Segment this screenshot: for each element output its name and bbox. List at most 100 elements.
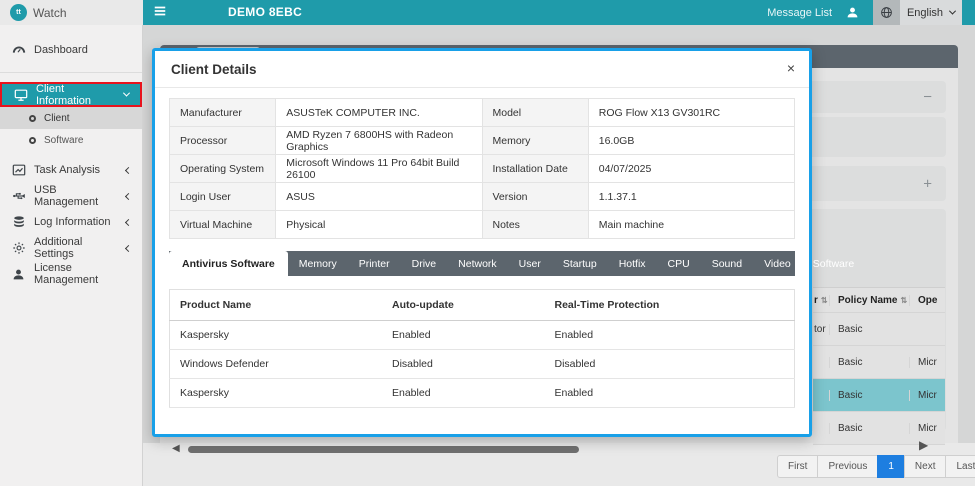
detail-tabs: Antivirus Software Memory Printer Drive …	[169, 251, 795, 276]
details-row: Login User ASUS Version 1.1.37.1	[170, 183, 795, 211]
column-header-auto-update: Auto-update	[382, 290, 545, 321]
sidebar-item-dashboard[interactable]: Dashboard	[0, 37, 142, 63]
tab-network[interactable]: Network	[447, 251, 508, 276]
table-row[interactable]: tor Basic	[813, 313, 945, 346]
auto-update-cell: Enabled	[382, 321, 545, 350]
app-window: tt Watch DEMO 8EBC Message List English	[0, 0, 975, 486]
tab-software[interactable]: Software	[802, 251, 865, 276]
client-details-table: Manufacturer ASUSTeK COMPUTER INC. Model…	[169, 98, 795, 239]
sidebar-subitem-client[interactable]: Client	[0, 107, 142, 129]
sidebar-item-task-analysis[interactable]: Task Analysis	[0, 157, 142, 183]
column-header-product-name: Product Name	[170, 290, 383, 321]
tab-memory[interactable]: Memory	[288, 251, 348, 276]
details-row: Virtual Machine Physical Notes Main mach…	[170, 211, 795, 239]
detail-label: Model	[482, 99, 588, 127]
details-row: Processor AMD Ryzen 7 6800HS with Radeon…	[170, 127, 795, 155]
details-row: Manufacturer ASUSTeK COMPUTER INC. Model…	[170, 99, 795, 127]
person-icon	[11, 268, 26, 281]
tab-startup[interactable]: Startup	[552, 251, 608, 276]
detail-label: Operating System	[170, 155, 276, 183]
tab-antivirus-software[interactable]: Antivirus Software	[169, 251, 288, 276]
detail-label: Manufacturer	[170, 99, 276, 127]
sidebar-item-label: Log Information	[34, 216, 118, 228]
detail-value: ASUSTeK COMPUTER INC.	[276, 99, 482, 127]
modal-header: Client Details ×	[155, 51, 809, 88]
pagination-previous-button[interactable]: Previous	[817, 455, 878, 478]
close-icon[interactable]: ×	[787, 60, 795, 76]
expand-button[interactable]: +	[923, 176, 932, 191]
chevron-down-icon	[123, 90, 130, 97]
detail-value: Microsoft Windows 11 Pro 64bit Build 261…	[276, 155, 482, 183]
user-icon[interactable]	[846, 6, 859, 19]
pagination-last-button[interactable]: Last	[945, 455, 975, 478]
table-row-selected[interactable]: Basic Micr	[813, 379, 945, 412]
antivirus-row: Kaspersky Enabled Enabled	[170, 321, 795, 350]
column-header[interactable]: r⇅	[813, 295, 829, 306]
detail-label: Notes	[482, 211, 588, 239]
antivirus-row: Kaspersky Enabled Enabled	[170, 379, 795, 408]
tab-video[interactable]: Video	[753, 251, 802, 276]
sidebar-item-usb-management[interactable]: USB Management	[0, 183, 142, 209]
antivirus-header-row: Product Name Auto-update Real-Time Prote…	[170, 290, 795, 321]
details-row: Operating System Microsoft Windows 11 Pr…	[170, 155, 795, 183]
detail-label: Memory	[482, 127, 588, 155]
message-list-link[interactable]: Message List	[767, 7, 832, 19]
collapse-button[interactable]: −	[923, 90, 932, 105]
bullet-ring-icon	[29, 137, 36, 144]
sidebar-item-label: Client Information	[36, 83, 116, 107]
column-header-real-time-protection: Real-Time Protection	[545, 290, 795, 321]
chevron-left-icon	[125, 218, 132, 225]
antivirus-row: Windows Defender Disabled Disabled	[170, 350, 795, 379]
modal-title: Client Details	[171, 62, 257, 77]
brand-name: Watch	[33, 6, 67, 20]
topbar-actions: Message List English	[767, 0, 962, 25]
sidebar-item-label: USB Management	[34, 184, 118, 208]
scroll-right-arrow-icon[interactable]: ▶	[919, 438, 928, 452]
detail-label: Version	[482, 183, 588, 211]
real-time-cell: Enabled	[545, 379, 795, 408]
scroll-left-arrow-icon[interactable]: ◀	[172, 443, 180, 454]
pagination-first-button[interactable]: First	[777, 455, 818, 478]
table-row[interactable]: Basic Micr	[813, 346, 945, 379]
detail-value: 16.0GB	[588, 127, 794, 155]
product-name-cell: Kaspersky	[170, 321, 383, 350]
sidebar-item-label: Task Analysis	[34, 164, 118, 176]
sidebar-item-label: Additional Settings	[34, 236, 118, 260]
real-time-cell: Disabled	[545, 350, 795, 379]
sidebar-divider	[0, 72, 142, 73]
sidebar-item-additional-settings[interactable]: Additional Settings	[0, 235, 142, 261]
detail-value: Physical	[276, 211, 482, 239]
language-selector[interactable]: English	[873, 0, 962, 25]
language-value: English	[907, 7, 943, 19]
bullet-ring-icon	[29, 115, 36, 122]
chevron-down-icon	[949, 8, 956, 15]
gear-icon	[11, 241, 26, 255]
pagination-page-1-button[interactable]: 1	[877, 455, 905, 478]
auto-update-cell: Disabled	[382, 350, 545, 379]
sidebar-item-client-information[interactable]: Client Information	[0, 82, 142, 107]
tab-sound[interactable]: Sound	[701, 251, 753, 276]
tab-cpu[interactable]: CPU	[657, 251, 701, 276]
hamburger-menu-icon[interactable]	[153, 4, 167, 18]
sidebar-item-log-information[interactable]: Log Information	[0, 209, 142, 235]
sidebar-item-label: Dashboard	[34, 44, 131, 56]
tab-printer[interactable]: Printer	[348, 251, 401, 276]
client-table-fragment: r⇅ Policy Name⇅ Ope tor Basic Basic Micr…	[813, 287, 945, 445]
real-time-cell: Enabled	[545, 321, 795, 350]
brand-logo-icon: tt	[10, 4, 27, 21]
pagination-next-button[interactable]: Next	[904, 455, 947, 478]
tab-drive[interactable]: Drive	[401, 251, 448, 276]
tab-user[interactable]: User	[508, 251, 552, 276]
chevron-left-icon	[125, 192, 132, 199]
detail-label: Processor	[170, 127, 276, 155]
detail-value: ASUS	[276, 183, 482, 211]
horizontal-scrollbar[interactable]	[188, 446, 579, 453]
sidebar-item-license-management[interactable]: License Management	[0, 261, 142, 287]
sidebar-subitem-software[interactable]: Software	[0, 129, 142, 151]
column-header-policy-name[interactable]: Policy Name⇅	[829, 295, 909, 306]
tab-hotfix[interactable]: Hotfix	[608, 251, 657, 276]
detail-label: Virtual Machine	[170, 211, 276, 239]
product-name-cell: Kaspersky	[170, 379, 383, 408]
column-header-operating[interactable]: Ope	[909, 295, 945, 306]
auto-update-cell: Enabled	[382, 379, 545, 408]
